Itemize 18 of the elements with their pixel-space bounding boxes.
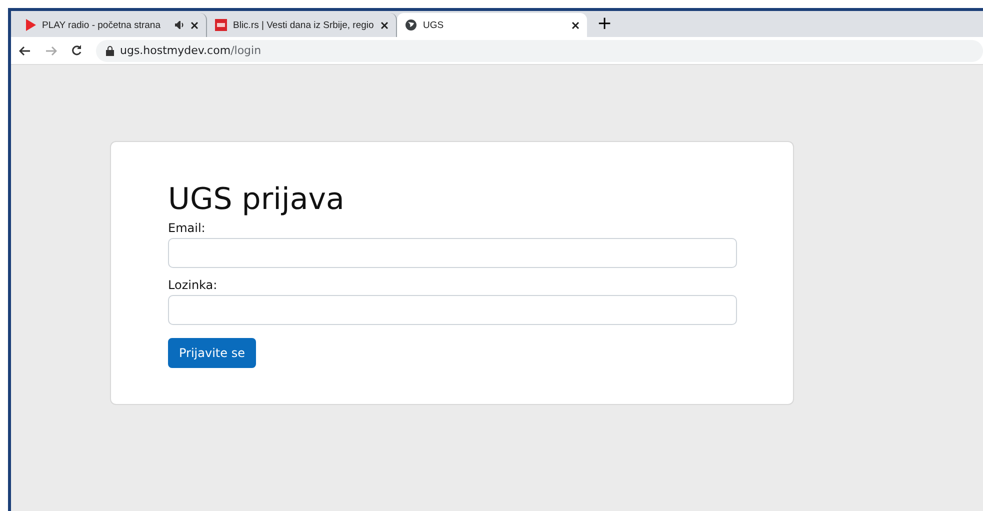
play-icon bbox=[25, 19, 36, 31]
field-label: Lozinka: bbox=[168, 278, 218, 292]
url-text[interactable]: ugs.hostmydev.com/login bbox=[120, 44, 262, 57]
login-button[interactable]: Prijavite se bbox=[168, 338, 256, 368]
close-icon[interactable] bbox=[572, 22, 579, 28]
input-field[interactable] bbox=[168, 295, 737, 325]
speaker-icon[interactable] bbox=[175, 21, 185, 29]
input-field[interactable] bbox=[168, 238, 737, 268]
page-heading: UGS prijava bbox=[168, 182, 346, 217]
lock-icon bbox=[106, 46, 114, 56]
close-icon[interactable] bbox=[191, 22, 198, 28]
new-tab-button[interactable]: + bbox=[597, 13, 612, 34]
reload-icon[interactable] bbox=[71, 45, 82, 56]
field-label: Email: bbox=[168, 221, 206, 235]
news-logo-icon bbox=[215, 19, 227, 31]
browser-tab[interactable]: UGS bbox=[397, 13, 587, 37]
back-icon[interactable] bbox=[19, 46, 31, 56]
close-icon[interactable] bbox=[381, 22, 388, 28]
